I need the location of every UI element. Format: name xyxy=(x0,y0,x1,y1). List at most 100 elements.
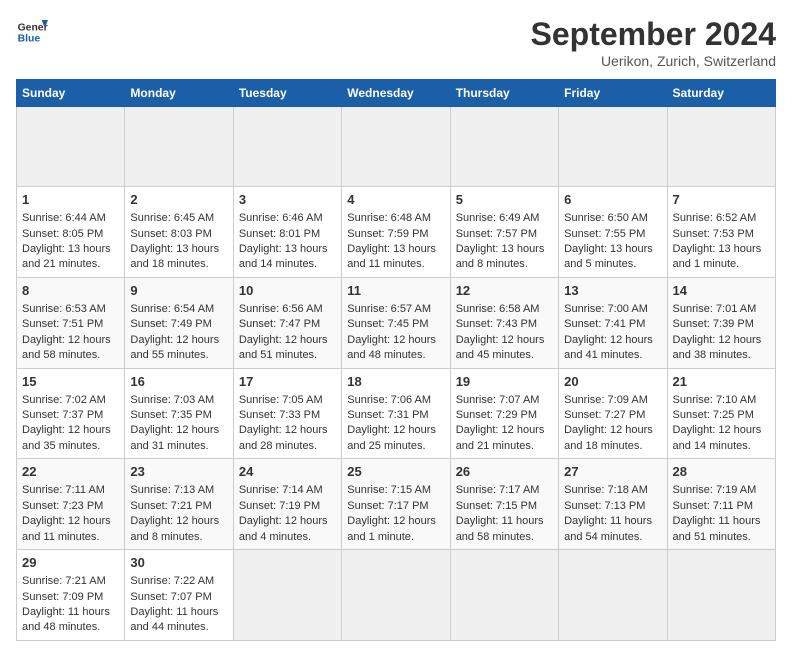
daylight-text: Daylight: 11 hours and 44 minutes. xyxy=(130,605,227,636)
daylight-text: Daylight: 12 hours and 11 minutes. xyxy=(22,514,119,545)
sunset-text: Sunset: 7:31 PM xyxy=(347,408,444,423)
day-number: 22 xyxy=(22,463,119,481)
sunset-text: Sunset: 7:37 PM xyxy=(22,408,119,423)
calendar-cell: 17Sunrise: 7:05 AMSunset: 7:33 PMDayligh… xyxy=(233,368,341,459)
calendar-cell: 27Sunrise: 7:18 AMSunset: 7:13 PMDayligh… xyxy=(559,459,667,550)
daylight-text: Daylight: 11 hours and 51 minutes. xyxy=(673,514,770,545)
calendar-cell: 10Sunrise: 6:56 AMSunset: 7:47 PMDayligh… xyxy=(233,277,341,368)
daylight-text: Daylight: 12 hours and 51 minutes. xyxy=(239,333,336,364)
daylight-text: Daylight: 13 hours and 21 minutes. xyxy=(22,242,119,273)
sunset-text: Sunset: 7:55 PM xyxy=(564,227,661,242)
sunrise-text: Sunrise: 7:15 AM xyxy=(347,483,444,498)
day-number: 27 xyxy=(564,463,661,481)
calendar-cell: 4Sunrise: 6:48 AMSunset: 7:59 PMDaylight… xyxy=(342,187,450,278)
calendar-week xyxy=(17,107,776,187)
daylight-text: Daylight: 12 hours and 8 minutes. xyxy=(130,514,227,545)
calendar-cell xyxy=(342,107,450,187)
sunset-text: Sunset: 7:27 PM xyxy=(564,408,661,423)
sunset-text: Sunset: 7:59 PM xyxy=(347,227,444,242)
calendar-cell: 21Sunrise: 7:10 AMSunset: 7:25 PMDayligh… xyxy=(667,368,775,459)
sunrise-text: Sunrise: 7:05 AM xyxy=(239,393,336,408)
sunset-text: Sunset: 7:07 PM xyxy=(130,590,227,605)
day-number: 6 xyxy=(564,191,661,209)
day-number: 7 xyxy=(673,191,770,209)
sunrise-text: Sunrise: 7:21 AM xyxy=(22,574,119,589)
sunrise-text: Sunrise: 7:17 AM xyxy=(456,483,553,498)
sunrise-text: Sunrise: 6:50 AM xyxy=(564,211,661,226)
sunset-text: Sunset: 8:05 PM xyxy=(22,227,119,242)
calendar-cell xyxy=(125,107,233,187)
daylight-text: Daylight: 12 hours and 45 minutes. xyxy=(456,333,553,364)
day-number: 29 xyxy=(22,554,119,572)
sunrise-text: Sunrise: 7:01 AM xyxy=(673,302,770,317)
sunrise-text: Sunrise: 7:09 AM xyxy=(564,393,661,408)
day-number: 8 xyxy=(22,282,119,300)
sunset-text: Sunset: 7:45 PM xyxy=(347,317,444,332)
day-number: 4 xyxy=(347,191,444,209)
calendar-cell: 29 Sunrise: 7:21 AMSunset: 7:09 PMDayligh… xyxy=(17,550,125,641)
sunset-text: Sunset: 7:15 PM xyxy=(456,499,553,514)
calendar-cell: 30Sunrise: 7:22 AMSunset: 7:07 PMDayligh… xyxy=(125,550,233,641)
sunset-text: Sunset: 7:47 PM xyxy=(239,317,336,332)
calendar-week: 15Sunrise: 7:02 AMSunset: 7:37 PMDayligh… xyxy=(17,368,776,459)
month-title: September 2024 xyxy=(531,16,776,53)
calendar-cell: 23Sunrise: 7:13 AMSunset: 7:21 PMDayligh… xyxy=(125,459,233,550)
daylight-text: Daylight: 13 hours and 14 minutes. xyxy=(239,242,336,273)
day-number: 3 xyxy=(239,191,336,209)
sunrise-text: Sunrise: 7:19 AM xyxy=(673,483,770,498)
day-number: 11 xyxy=(347,282,444,300)
sunset-text: Sunset: 8:01 PM xyxy=(239,227,336,242)
sunrise-text: Sunrise: 6:49 AM xyxy=(456,211,553,226)
logo: General Blue xyxy=(16,16,48,48)
sunrise-text: Sunrise: 7:10 AM xyxy=(673,393,770,408)
daylight-text: Daylight: 12 hours and 35 minutes. xyxy=(22,423,119,454)
daylight-text: Daylight: 13 hours and 8 minutes. xyxy=(456,242,553,273)
daylight-text: Daylight: 12 hours and 28 minutes. xyxy=(239,423,336,454)
daylight-text: Daylight: 11 hours and 54 minutes. xyxy=(564,514,661,545)
sunrise-text: Sunrise: 6:53 AM xyxy=(22,302,119,317)
sunset-text: Sunset: 7:21 PM xyxy=(130,499,227,514)
daylight-text: Daylight: 12 hours and 14 minutes. xyxy=(673,423,770,454)
sunset-text: Sunset: 7:49 PM xyxy=(130,317,227,332)
daylight-text: Daylight: 12 hours and 41 minutes. xyxy=(564,333,661,364)
day-number: 24 xyxy=(239,463,336,481)
calendar-cell xyxy=(559,107,667,187)
calendar-cell xyxy=(667,107,775,187)
day-number: 17 xyxy=(239,373,336,391)
calendar-cell: 22Sunrise: 7:11 AMSunset: 7:23 PMDayligh… xyxy=(17,459,125,550)
sunrise-text: Sunrise: 7:03 AM xyxy=(130,393,227,408)
daylight-text: Daylight: 11 hours and 48 minutes. xyxy=(22,605,119,636)
header-day: Thursday xyxy=(450,80,558,107)
daylight-text: Daylight: 11 hours and 58 minutes. xyxy=(456,514,553,545)
day-number: 28 xyxy=(673,463,770,481)
daylight-text: Daylight: 13 hours and 5 minutes. xyxy=(564,242,661,273)
day-number: 19 xyxy=(456,373,553,391)
day-number: 12 xyxy=(456,282,553,300)
daylight-text: Daylight: 13 hours and 11 minutes. xyxy=(347,242,444,273)
sunset-text: Sunset: 8:03 PM xyxy=(130,227,227,242)
sunrise-text: Sunrise: 7:06 AM xyxy=(347,393,444,408)
day-number: 30 xyxy=(130,554,227,572)
header-row: SundayMondayTuesdayWednesdayThursdayFrid… xyxy=(17,80,776,107)
sunset-text: Sunset: 7:09 PM xyxy=(22,590,119,605)
calendar-cell: 16Sunrise: 7:03 AMSunset: 7:35 PMDayligh… xyxy=(125,368,233,459)
calendar-cell: 1Sunrise: 6:44 AMSunset: 8:05 PMDaylight… xyxy=(17,187,125,278)
day-number: 15 xyxy=(22,373,119,391)
header-day: Monday xyxy=(125,80,233,107)
header-day: Wednesday xyxy=(342,80,450,107)
header-day: Friday xyxy=(559,80,667,107)
calendar-cell: 19Sunrise: 7:07 AMSunset: 7:29 PMDayligh… xyxy=(450,368,558,459)
title-block: September 2024 Uerikon, Zurich, Switzerl… xyxy=(531,16,776,69)
sunrise-text: Sunrise: 7:11 AM xyxy=(22,483,119,498)
day-number: 9 xyxy=(130,282,227,300)
daylight-text: Daylight: 12 hours and 58 minutes. xyxy=(22,333,119,364)
sunrise-text: Sunrise: 6:57 AM xyxy=(347,302,444,317)
daylight-text: Daylight: 12 hours and 31 minutes. xyxy=(130,423,227,454)
svg-text:Blue: Blue xyxy=(18,34,41,45)
calendar-cell xyxy=(450,550,558,641)
calendar-cell: 6 Sunrise: 6:50 AMSunset: 7:55 PMDaylight… xyxy=(559,187,667,278)
calendar-week: 8Sunrise: 6:53 AMSunset: 7:51 PMDaylight… xyxy=(17,277,776,368)
calendar-table: SundayMondayTuesdayWednesdayThursdayFrid… xyxy=(16,79,776,641)
sunset-text: Sunset: 7:19 PM xyxy=(239,499,336,514)
calendar-cell xyxy=(233,550,341,641)
